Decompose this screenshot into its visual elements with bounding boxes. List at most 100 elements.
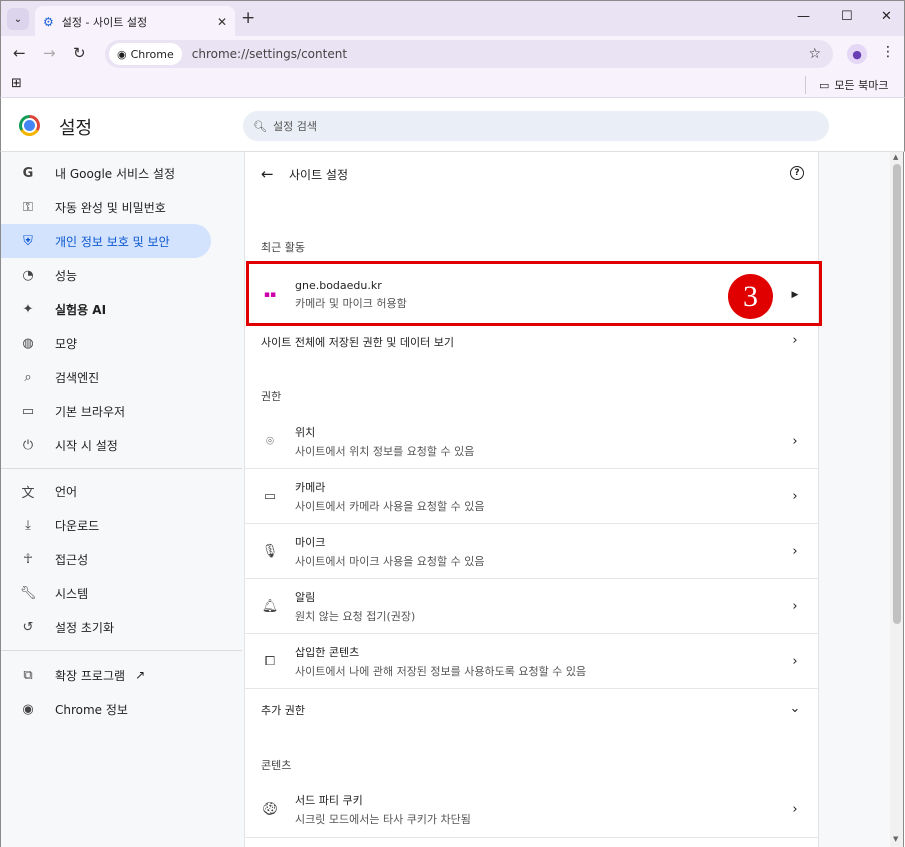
- recent-activity-heading: 최근 활동: [261, 241, 305, 254]
- sidebar-item-languages[interactable]: 文 언어: [1, 474, 211, 508]
- tab-title: 설정 - 사이트 설정: [61, 15, 148, 29]
- content-subtitle: 시크릿 모드에서는 타사 쿠키가 차단됨: [295, 812, 471, 826]
- sidebar-item-about-chrome[interactable]: ◉ Chrome 정보: [1, 692, 211, 726]
- scrollbar[interactable]: ▲ ▼: [890, 152, 904, 847]
- permission-title: 마이크: [295, 535, 326, 549]
- cookie-icon: 🍪︎: [261, 801, 279, 817]
- row-divider: [245, 837, 818, 838]
- close-window-button[interactable]: ✕: [881, 9, 892, 24]
- permission-subtitle: 사이트에서 카메라 사용을 요청할 수 있음: [295, 499, 485, 513]
- content-heading: 콘텐츠: [261, 759, 292, 772]
- sidebar-item-search-engine[interactable]: ⌕ 검색엔진: [1, 360, 211, 394]
- key-icon: ⚿: [23, 199, 33, 215]
- sidebar-item-label: 접근성: [55, 552, 89, 567]
- chevron-right-icon: ›: [792, 433, 798, 449]
- bookmarks-divider: [805, 76, 806, 94]
- minimize-button[interactable]: —: [797, 9, 810, 24]
- sidebar-item-autofill[interactable]: ⚿ 자동 완성 및 비밀번호: [1, 190, 211, 224]
- permission-row-embedded-content[interactable]: ⧠ 삽입한 콘텐츠 사이트에서 나에 관해 저장된 정보를 사용하도록 요청할 수…: [245, 634, 818, 688]
- back-arrow-icon[interactable]: ←: [261, 165, 274, 183]
- sidebar-item-experimental-ai[interactable]: ✦ 실험용 AI: [1, 292, 211, 326]
- sidebar-item-extensions[interactable]: ⧉ 확장 프로그램 ↗: [1, 658, 211, 692]
- more-permissions-row[interactable]: 추가 권한 ⌄: [245, 689, 818, 727]
- microphone-icon: 🎙︎: [261, 543, 279, 559]
- permission-subtitle: 사이트에서 나에 관해 저장된 정보를 사용하도록 요청할 수 있음: [295, 664, 587, 678]
- sidebar-item-privacy[interactable]: ⛨ 개인 정보 보호 및 보안: [1, 224, 211, 258]
- permission-row-notifications[interactable]: 🔔︎ 알림 원치 않는 요청 접기(권장) ›: [245, 579, 818, 633]
- embedded-content-icon: ⧠: [264, 653, 276, 669]
- sidebar-item-downloads[interactable]: ⤓ 다운로드: [1, 508, 211, 542]
- permission-row-microphone[interactable]: 🎙︎ 마이크 사이트에서 마이크 사용을 요청할 수 있음 ›: [245, 524, 818, 578]
- sidebar-item-reset[interactable]: ↺ 설정 초기화: [1, 610, 211, 644]
- profile-avatar[interactable]: ●: [847, 44, 867, 64]
- chrome-icon: ◉: [117, 47, 127, 61]
- scrollbar-thumb[interactable]: [893, 164, 901, 624]
- scroll-up-arrow-icon[interactable]: ▲: [893, 153, 898, 161]
- permission-row-location[interactable]: ⌾ 위치사이트에서 위치 정보를 요청할 수 있음 ›: [245, 414, 818, 468]
- chevron-right-icon: ›: [792, 801, 798, 817]
- page-title: 설정: [59, 118, 93, 139]
- translate-icon: 文: [21, 485, 35, 501]
- chevron-right-icon: ›: [792, 488, 798, 504]
- help-icon[interactable]: ?: [790, 166, 804, 180]
- scroll-down-arrow-icon[interactable]: ▼: [893, 835, 898, 843]
- new-tab-button[interactable]: +: [241, 8, 255, 28]
- sidebar-item-label: 성능: [55, 268, 78, 283]
- address-bar[interactable]: ◉ Chrome chrome://settings/content ☆: [105, 40, 833, 68]
- tab-settings[interactable]: ⚙ 설정 - 사이트 설정 ✕: [35, 6, 235, 37]
- menu-kebab-icon[interactable]: ⋮: [881, 44, 895, 60]
- sidebar-divider: [1, 468, 243, 469]
- permission-row-camera[interactable]: ▭ 카메라 사이트에서 카메라 사용을 요청할 수 있음 ›: [245, 469, 818, 523]
- sparkle-icon: ✦: [22, 301, 34, 317]
- sidebar-item-on-startup[interactable]: ⏻ 시작 시 설정: [1, 428, 211, 462]
- sidebar-item-appearance[interactable]: ◍ 모양: [1, 326, 211, 360]
- all-sites-row[interactable]: 사이트 전체에 저장된 권한 및 데이터 보기 ›: [245, 324, 818, 356]
- all-sites-label: 사이트 전체에 저장된 권한 및 데이터 보기: [261, 335, 455, 349]
- sidebar-item-accessibility[interactable]: ☥ 접근성: [1, 542, 211, 576]
- permission-title: 알림: [295, 590, 316, 604]
- content-title: 서드 파티 쿠키: [295, 793, 363, 807]
- chevron-down-icon: ⌄: [789, 700, 801, 716]
- sidebar-item-system[interactable]: 🔧︎ 시스템: [1, 576, 211, 610]
- back-button[interactable]: ←: [13, 44, 26, 62]
- settings-header: 설정 🔍︎ 설정 검색: [0, 98, 905, 152]
- sidebar-item-default-browser[interactable]: ▭ 기본 브라우저: [1, 394, 211, 428]
- sidebar-item-performance[interactable]: ◔ 성능: [1, 258, 211, 292]
- card-title: 사이트 설정: [289, 168, 349, 182]
- permission-title: 위치: [295, 425, 316, 439]
- location-icon: ⌾: [266, 433, 274, 449]
- sidebar-divider: [1, 650, 243, 651]
- sidebar-item-label: Chrome 정보: [55, 702, 128, 717]
- reset-icon: ↺: [22, 619, 34, 635]
- sidebar-item-label: 설정 초기화: [55, 620, 115, 635]
- reload-button[interactable]: ↻: [73, 44, 86, 62]
- url-text[interactable]: chrome://settings/content: [192, 47, 347, 61]
- sidebar-item-label: 시스템: [55, 586, 89, 601]
- sidebar-item-label: 기본 브라우저: [55, 404, 126, 419]
- site-settings-card: ← 사이트 설정 ? 최근 활동 ▪▪ gne.bodaedu.kr 카메라 및…: [244, 152, 819, 847]
- download-icon: ⤓: [25, 517, 31, 533]
- chevron-right-icon: ›: [792, 543, 798, 559]
- search-icon: ⌕: [24, 369, 32, 385]
- content-row-third-party-cookies[interactable]: 🍪︎ 서드 파티 쿠키시크릿 모드에서는 타사 쿠키가 차단됨 ›: [245, 782, 818, 836]
- all-bookmarks-button[interactable]: ▭ 모든 북마크: [819, 77, 889, 93]
- settings-search-input[interactable]: 🔍︎ 설정 검색: [243, 111, 829, 141]
- search-placeholder: 설정 검색: [272, 120, 317, 133]
- forward-button[interactable]: →: [43, 44, 56, 62]
- puzzle-icon: ⧉: [23, 667, 33, 683]
- folder-icon: ▭: [819, 78, 830, 92]
- sidebar-item-google-services[interactable]: G 내 Google 서비스 설정: [1, 156, 211, 190]
- tab-search-button[interactable]: ⌄: [7, 8, 29, 30]
- camera-icon: ▭: [263, 488, 277, 504]
- apps-grid-icon[interactable]: ⊞: [11, 76, 22, 91]
- site-chip[interactable]: ◉ Chrome: [109, 43, 182, 65]
- maximize-button[interactable]: ☐: [841, 9, 853, 24]
- sidebar-item-label: 자동 완성 및 비밀번호: [55, 200, 166, 215]
- sidebar-item-label: 모양: [55, 336, 78, 351]
- sidebar-item-label: 내 Google 서비스 설정: [55, 166, 176, 181]
- more-permissions-label: 추가 권한: [261, 703, 305, 717]
- bookmark-star-icon[interactable]: ☆: [808, 46, 821, 62]
- permission-subtitle: 사이트에서 위치 정보를 요청할 수 있음: [295, 444, 475, 458]
- close-tab-icon[interactable]: ✕: [217, 15, 227, 29]
- chevron-right-icon: ›: [792, 653, 798, 669]
